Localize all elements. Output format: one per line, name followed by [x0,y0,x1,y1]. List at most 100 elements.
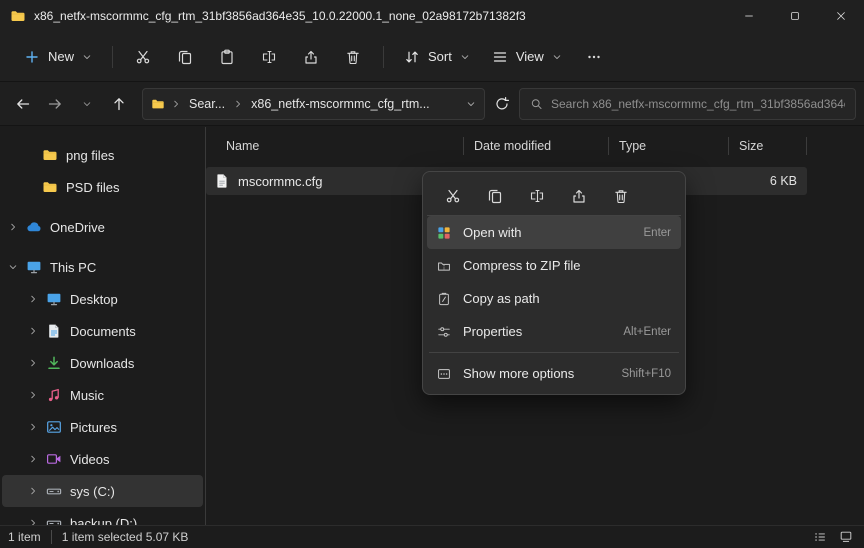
sidebar-item-onedrive[interactable]: OneDrive [2,211,203,243]
up-button[interactable] [104,89,134,119]
rename-icon [261,49,277,65]
sidebar-item-downloads[interactable]: Downloads [2,347,203,379]
forward-button[interactable] [40,89,70,119]
recent-locations-button[interactable] [72,89,102,119]
chevron-right-icon[interactable] [28,390,38,400]
desktop-icon [46,291,62,307]
chevron-right-icon[interactable] [28,326,38,336]
column-headers: Name Date modified Type Size [206,129,864,163]
menu-item-properties[interactable]: Properties Alt+Enter [427,315,681,348]
sidebar-item-documents[interactable]: Documents [2,315,203,347]
file-icon [214,173,230,189]
status-separator [50,530,52,544]
chevron-down-icon[interactable] [8,262,18,272]
breadcrumb[interactable]: Sear... x86_netfx-mscormmc_cfg_rtm... [142,87,485,120]
copy-icon [177,49,193,65]
delete-button[interactable] [333,40,373,74]
breadcrumb-segment[interactable]: Sear... [187,94,227,114]
chevron-right-icon[interactable] [28,358,38,368]
paste-button[interactable] [207,40,247,74]
trash-icon [613,188,629,204]
sidebar-item-sys-c[interactable]: sys (C:) [2,475,203,507]
zip-folder-icon [437,259,451,273]
chevron-down-icon [552,52,562,62]
breadcrumb-segment[interactable]: x86_netfx-mscormmc_cfg_rtm... [249,94,432,114]
chevron-right-icon[interactable] [8,222,18,232]
search-box [518,87,856,120]
view-icon [492,49,508,65]
new-button[interactable]: New [14,42,102,72]
menu-item-show-more-options[interactable]: Show more options Shift+F10 [427,357,681,390]
back-button[interactable] [8,89,38,119]
menu-item-compress-to-zip[interactable]: Compress to ZIP file [427,249,681,282]
selection-summary: 1 item selected 5.07 KB [61,530,189,544]
sidebar-item-psd-files[interactable]: PSD files [2,171,203,203]
shortcut-label: Alt+Enter [623,325,671,338]
command-toolbar: New Sort View [0,32,864,82]
chevron-down-icon[interactable] [466,99,476,109]
cut-icon [135,49,151,65]
column-header-date-modified[interactable]: Date modified [464,129,609,163]
sidebar-item-png-files[interactable]: png files [2,139,203,171]
sidebar-item-desktop[interactable]: Desktop [2,283,203,315]
chevron-right-icon[interactable] [28,422,38,432]
sort-icon [404,49,420,65]
copy-button[interactable] [475,180,515,212]
chevron-right-icon[interactable] [171,99,181,109]
context-menu: Open with Enter Compress to ZIP file Cop… [422,171,686,395]
column-header-name[interactable]: Name [206,129,464,163]
delete-button[interactable] [601,180,641,212]
chevron-down-icon [82,52,92,62]
view-button-label: View [515,49,544,64]
details-view-button[interactable] [810,528,830,546]
chevron-right-icon[interactable] [28,454,38,464]
new-button-label: New [48,49,75,64]
share-button[interactable] [559,180,599,212]
address-bar: Sear... x86_netfx-mscormmc_cfg_rtm... [0,82,864,126]
drive-icon [46,483,62,499]
file-size-cell: 6 KB [769,174,797,188]
share-button[interactable] [291,40,331,74]
rename-button[interactable] [249,40,289,74]
minimize-button[interactable] [726,0,772,32]
more-options-button[interactable] [574,40,614,74]
search-input[interactable] [550,96,845,111]
copy-icon [487,188,503,204]
sidebar-item-this-pc[interactable]: This PC [2,251,203,283]
chevron-right-icon[interactable] [28,486,38,496]
menu-item-open-with[interactable]: Open with Enter [427,216,681,249]
chevron-right-icon[interactable] [28,518,38,525]
sidebar-item-music[interactable]: Music [2,379,203,411]
menu-item-copy-as-path[interactable]: Copy as path [427,282,681,315]
copy-button[interactable] [165,40,205,74]
rename-icon [529,188,545,204]
close-button[interactable] [818,0,864,32]
sidebar-item-backup-d[interactable]: backup (D:) [2,507,203,525]
sort-button[interactable]: Sort [394,42,480,72]
pictures-icon [46,419,62,435]
file-explorer-window: x86_netfx-mscormmc_cfg_rtm_31bf3856ad364… [0,0,864,548]
chevron-right-icon[interactable] [28,294,38,304]
folder-icon [151,97,165,111]
large-icons-view-button[interactable] [836,528,856,546]
column-header-size[interactable]: Size [729,129,807,163]
sidebar-item-videos[interactable]: Videos [2,443,203,475]
shortcut-label: Enter [643,226,672,239]
maximize-button[interactable] [772,0,818,32]
refresh-button[interactable] [487,89,517,119]
view-toggles [810,528,856,546]
cut-button[interactable] [123,40,163,74]
music-icon [46,387,62,403]
column-header-type[interactable]: Type [609,129,729,163]
copy-as-path-icon [437,292,451,306]
chevron-right-icon[interactable] [233,99,243,109]
titlebar: x86_netfx-mscormmc_cfg_rtm_31bf3856ad364… [0,0,864,32]
view-button[interactable]: View [482,42,572,72]
shortcut-label: Shift+F10 [621,367,671,380]
sidebar-item-pictures[interactable]: Pictures [2,411,203,443]
window-controls [726,0,864,32]
item-count: 1 item [8,530,41,544]
navigation-pane: png files PSD files OneDrive This PC Des… [0,127,206,525]
cut-button[interactable] [433,180,473,212]
rename-button[interactable] [517,180,557,212]
